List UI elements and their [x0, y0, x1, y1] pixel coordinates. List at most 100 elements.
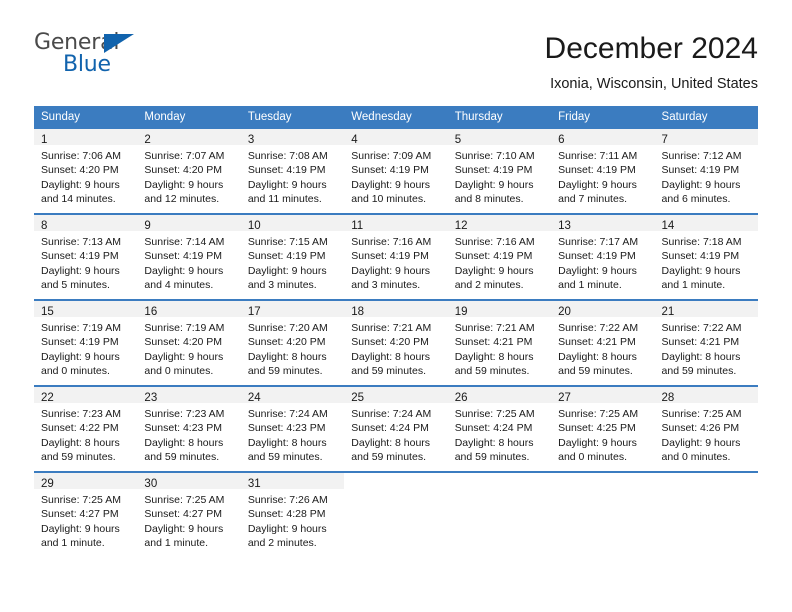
day-number-band: 23 [137, 387, 241, 404]
day-details: Sunrise: 7:12 AM Sunset: 4:19 PM Daylight:… [655, 145, 758, 207]
daylight-line-1: Daylight: 9 hours [247, 178, 327, 191]
sunrise-time: Sunrise: 7:09 AM [351, 150, 432, 162]
day-details: Sunrise: 7:25 AM Sunset: 4:24 PM Daylight:… [448, 403, 551, 465]
daylight-line-1: Daylight: 8 hours [41, 436, 120, 449]
day-details: Sunrise: 7:16 AM Sunset: 4:19 PM Daylight:… [448, 231, 551, 293]
sunset-time: Sunset: 4:19 PM [558, 250, 636, 263]
day-cell-inner: 6 Sunrise: 7:11 AM Sunset: 4:19 PM Daylight… [551, 129, 655, 213]
calendar-empty-cell [344, 471, 448, 557]
day-details: Sunrise: 7:17 AM Sunset: 4:19 PM Daylight:… [551, 231, 654, 293]
logo-word-blue: Blue [63, 52, 111, 77]
calendar-day-cell[interactable]: 5 Sunrise: 7:10 AM Sunset: 4:19 PM Daylight… [447, 129, 552, 214]
sunset-time: Sunset: 4:24 PM [454, 422, 533, 435]
sunset-time: Sunset: 4:21 PM [454, 336, 533, 349]
sunrise-time: Sunrise: 7:11 AM [558, 150, 638, 162]
sunrise-time: Sunrise: 7:10 AM [454, 150, 535, 162]
calendar-day-cell[interactable]: 10 Sunrise: 7:15 AM Sunset: 4:19 PM Dayligh… [240, 213, 345, 300]
day-number: 17 [247, 306, 261, 318]
calendar-day-cell[interactable]: 22 Sunrise: 7:23 AM Sunset: 4:22 PM Dayligh… [34, 385, 138, 472]
day-number: 31 [247, 478, 261, 490]
calendar-day-cell[interactable]: 19 Sunrise: 7:21 AM Sunset: 4:21 PM Dayligh… [447, 299, 552, 386]
day-number: 7 [661, 134, 668, 146]
sunrise-time: Sunrise: 7:25 AM [41, 494, 121, 506]
calendar-day-cell[interactable]: 15 Sunrise: 7:19 AM Sunset: 4:19 PM Dayligh… [34, 299, 138, 386]
calendar-day-cell[interactable]: 16 Sunrise: 7:19 AM Sunset: 4:20 PM Dayligh… [137, 299, 241, 386]
day-number-band: 12 [447, 215, 552, 232]
calendar-day-cell[interactable]: 23 Sunrise: 7:23 AM Sunset: 4:23 PM Dayligh… [137, 385, 241, 472]
daylight-line-1: Daylight: 9 hours [41, 264, 120, 277]
day-number-band [448, 473, 551, 489]
daylight-line-1: Daylight: 9 hours [454, 264, 534, 277]
day-cell-inner: 7 Sunrise: 7:12 AM Sunset: 4:19 PM Daylight… [654, 129, 758, 213]
calendar-day-cell[interactable]: 20 Sunrise: 7:22 AM Sunset: 4:21 PM Dayligh… [551, 299, 655, 386]
calendar-day-cell[interactable]: 17 Sunrise: 7:20 AM Sunset: 4:20 PM Dayligh… [240, 299, 345, 386]
daylight-line-2: and 59 minutes. [247, 451, 323, 464]
calendar-day-cell[interactable]: 28 Sunrise: 7:25 AM Sunset: 4:26 PM Dayligh… [654, 385, 758, 472]
daylight-line-2: and 8 minutes. [454, 193, 524, 206]
day-number: 22 [41, 392, 54, 404]
calendar-day-cell[interactable]: 13 Sunrise: 7:17 AM Sunset: 4:19 PM Dayligh… [551, 213, 655, 300]
daylight-line-2: and 59 minutes. [351, 365, 426, 378]
calendar-day-cell[interactable]: 9 Sunrise: 7:14 AM Sunset: 4:19 PM Daylight… [137, 213, 241, 300]
daylight-line-2: and 59 minutes. [247, 365, 323, 378]
sunrise-time: Sunrise: 7:15 AM [247, 236, 328, 248]
calendar-day-cell[interactable]: 25 Sunrise: 7:24 AM Sunset: 4:24 PM Dayligh… [344, 385, 448, 472]
sunset-time: Sunset: 4:24 PM [351, 422, 429, 435]
day-details: Sunrise: 7:25 AM Sunset: 4:27 PM Daylight:… [137, 489, 240, 551]
day-cell-inner: 15 Sunrise: 7:19 AM Sunset: 4:19 PM Dayligh… [34, 301, 138, 385]
daylight-line-1: Daylight: 9 hours [351, 264, 431, 277]
calendar-day-cell[interactable]: 24 Sunrise: 7:24 AM Sunset: 4:23 PM Dayligh… [240, 385, 345, 472]
calendar-day-cell[interactable]: 1 Sunrise: 7:06 AM Sunset: 4:20 PM Daylight… [34, 129, 138, 214]
daylight-line-1: Daylight: 8 hours [661, 350, 741, 363]
calendar-week-row: 15 Sunrise: 7:19 AM Sunset: 4:19 PM Dayligh… [34, 299, 758, 386]
day-cell-inner: 2 Sunrise: 7:07 AM Sunset: 4:20 PM Daylight… [137, 129, 241, 213]
general-blue-logo[interactable]: General Blue [34, 30, 154, 82]
day-number: 19 [454, 306, 468, 318]
day-details: Sunrise: 7:19 AM Sunset: 4:19 PM Daylight:… [34, 317, 137, 379]
calendar-day-cell[interactable]: 26 Sunrise: 7:25 AM Sunset: 4:24 PM Dayligh… [447, 385, 552, 472]
sunset-time: Sunset: 4:19 PM [558, 164, 636, 177]
sunrise-time: Sunrise: 7:06 AM [41, 150, 121, 162]
day-number: 25 [351, 392, 365, 404]
calendar-day-cell[interactable]: 4 Sunrise: 7:09 AM Sunset: 4:19 PM Daylight… [344, 129, 448, 214]
day-number: 11 [351, 220, 364, 232]
calendar-day-cell[interactable]: 12 Sunrise: 7:16 AM Sunset: 4:19 PM Dayligh… [447, 213, 552, 300]
day-number-band: 31 [240, 473, 345, 490]
day-details: Sunrise: 7:24 AM Sunset: 4:24 PM Daylight:… [344, 403, 447, 465]
day-number-band: 29 [34, 473, 138, 490]
day-number-band [551, 473, 654, 489]
sunset-time: Sunset: 4:19 PM [351, 250, 429, 263]
day-cell-inner: 5 Sunrise: 7:10 AM Sunset: 4:19 PM Daylight… [447, 129, 552, 213]
daylight-line-2: and 14 minutes. [41, 193, 116, 206]
daylight-line-2: and 7 minutes. [558, 193, 627, 206]
sunset-time: Sunset: 4:20 PM [144, 336, 223, 349]
calendar-day-cell[interactable]: 31 Sunrise: 7:26 AM Sunset: 4:28 PM Dayligh… [240, 471, 345, 557]
calendar-day-cell[interactable]: 2 Sunrise: 7:07 AM Sunset: 4:20 PM Daylight… [137, 129, 241, 214]
calendar-day-cell[interactable]: 30 Sunrise: 7:25 AM Sunset: 4:27 PM Dayligh… [137, 471, 241, 557]
calendar-day-cell[interactable]: 8 Sunrise: 7:13 AM Sunset: 4:19 PM Daylight… [34, 213, 138, 300]
sunrise-time: Sunrise: 7:25 AM [661, 408, 742, 420]
day-number-band: 16 [137, 301, 241, 318]
calendar-day-cell[interactable]: 29 Sunrise: 7:25 AM Sunset: 4:27 PM Dayligh… [34, 471, 138, 557]
day-cell-inner: 24 Sunrise: 7:24 AM Sunset: 4:23 PM Dayligh… [240, 387, 345, 471]
calendar-day-cell[interactable]: 14 Sunrise: 7:18 AM Sunset: 4:19 PM Dayligh… [654, 213, 758, 300]
calendar-day-cell[interactable]: 3 Sunrise: 7:08 AM Sunset: 4:19 PM Daylight… [240, 129, 345, 214]
day-number-band: 30 [137, 473, 241, 490]
calendar-day-cell[interactable]: 11 Sunrise: 7:16 AM Sunset: 4:19 PM Dayligh… [344, 213, 448, 300]
daylight-line-1: Daylight: 9 hours [351, 178, 431, 191]
day-details: Sunrise: 7:21 AM Sunset: 4:21 PM Daylight:… [448, 317, 551, 379]
day-number-band: 7 [654, 129, 758, 146]
calendar-day-cell[interactable]: 6 Sunrise: 7:11 AM Sunset: 4:19 PM Daylight… [551, 129, 655, 214]
sunset-time: Sunset: 4:20 PM [144, 164, 223, 177]
day-number: 16 [144, 306, 158, 318]
day-details: Sunrise: 7:26 AM Sunset: 4:28 PM Daylight:… [241, 489, 344, 551]
calendar-day-cell[interactable]: 27 Sunrise: 7:25 AM Sunset: 4:25 PM Dayligh… [551, 385, 655, 472]
calendar-day-cell[interactable]: 21 Sunrise: 7:22 AM Sunset: 4:21 PM Dayligh… [654, 299, 758, 386]
daylight-line-1: Daylight: 8 hours [454, 436, 534, 449]
day-cell-inner: 26 Sunrise: 7:25 AM Sunset: 4:24 PM Dayligh… [447, 387, 552, 471]
calendar-day-cell[interactable]: 7 Sunrise: 7:12 AM Sunset: 4:19 PM Daylight… [654, 129, 758, 214]
calendar-day-cell[interactable]: 18 Sunrise: 7:21 AM Sunset: 4:20 PM Dayligh… [344, 299, 448, 386]
day-details: Sunrise: 7:10 AM Sunset: 4:19 PM Daylight:… [448, 145, 551, 207]
daylight-line-1: Daylight: 9 hours [144, 264, 224, 277]
daylight-line-2: and 1 minute. [41, 537, 105, 550]
